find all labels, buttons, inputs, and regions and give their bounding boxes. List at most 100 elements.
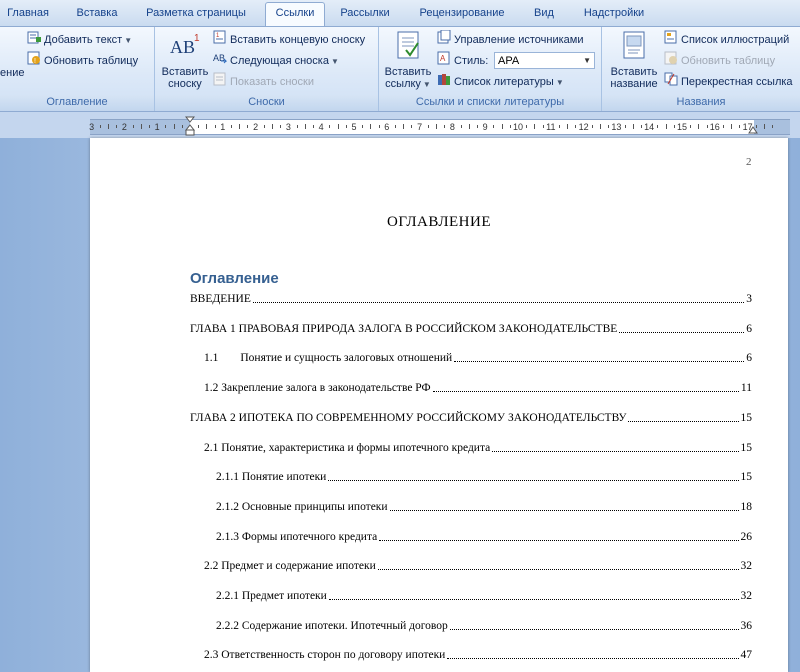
- tab-home[interactable]: Главная: [0, 3, 56, 25]
- ruler-number: 1: [220, 122, 226, 132]
- next-footnote-button[interactable]: AB Следующая сноска ▼: [213, 51, 339, 69]
- insert-citation-button[interactable]: Вставить ссылку ▼: [383, 29, 433, 91]
- insert-citation-line1: Вставить: [384, 66, 432, 78]
- insert-endnote-button[interactable]: 1 Вставить концевую сноску: [213, 30, 365, 48]
- table-of-figures-icon: [664, 30, 678, 50]
- insert-caption-line2: название: [610, 78, 658, 90]
- tab-references[interactable]: Ссылки: [265, 2, 325, 26]
- toc-entry-text: 1.2 Закрепление залога в законодательств…: [204, 382, 431, 394]
- toc-entry[interactable]: ВВЕДЕНИЕ 3: [190, 290, 752, 306]
- tab-mailings[interactable]: Рассылки: [333, 3, 397, 25]
- ruler-tick: [764, 124, 765, 129]
- toc-entry[interactable]: 2.1 Понятие, характеристика и формы ипот…: [204, 439, 752, 455]
- ruler-tick: [403, 124, 405, 129]
- update-table-button[interactable]: ! Обновить таблицу: [27, 51, 138, 69]
- insert-footnote-line1: Вставить: [161, 66, 209, 78]
- ruler-number: 3: [89, 122, 95, 132]
- page-number: 2: [746, 156, 752, 168]
- ruler-tick: [608, 125, 610, 128]
- ruler-tick: [149, 125, 150, 128]
- ruler-number: 14: [644, 122, 655, 132]
- citation-style-select[interactable]: APA ▼: [494, 52, 595, 69]
- ruler-tick: [731, 124, 733, 129]
- toc-entry[interactable]: 2.1.2 Основные принципы ипотеки 18: [216, 498, 752, 514]
- show-notes-label: Показать сноски: [230, 75, 314, 88]
- insert-endnote-label: Вставить концевую сноску: [230, 33, 366, 46]
- footnotes-group: AB 1 Вставить сноску 1 Вставить концевую …: [155, 27, 379, 111]
- ruler-tick: [280, 125, 282, 128]
- toc-leader-dots: [449, 629, 739, 630]
- ruler-tick: [575, 125, 577, 128]
- toc-entry[interactable]: ГЛАВА 2 ИПОТЕКА ПО СОВРЕМЕННОМУ РОССИЙСК…: [190, 409, 752, 425]
- ruler-tick: [739, 125, 741, 128]
- toc-entry-text: 2.3 Ответственность сторон по договору и…: [204, 649, 446, 661]
- ruler-tick: [427, 125, 429, 128]
- tab-review[interactable]: Рецензирование: [407, 3, 517, 25]
- toc-entry-text: 2.1.1 Понятие ипотеки: [216, 471, 327, 483]
- toc-entry[interactable]: 2.2 Предмет и содержание ипотеки 32: [204, 557, 752, 573]
- toc-entry[interactable]: 2.1.3 Формы ипотечного кредита 26: [216, 528, 752, 544]
- update-figures-table-icon: [664, 51, 678, 71]
- toc-button-partial[interactable]: ение: [0, 64, 24, 82]
- citation-style-value: APA: [498, 55, 520, 67]
- ruler-tick: [132, 125, 134, 128]
- right-indent-marker-icon[interactable]: [748, 123, 758, 135]
- ruler-tick: [296, 125, 298, 128]
- toc-entry[interactable]: 2.1.1 Понятие ипотеки 15: [216, 468, 752, 484]
- ruler-tick: [99, 125, 101, 128]
- insert-footnote-button[interactable]: AB 1 Вставить сноску: [161, 29, 209, 90]
- toc-entry-text: 2.2.1 Предмет ипотеки: [216, 590, 327, 602]
- ruler-tick: [395, 125, 396, 128]
- table-of-figures-button[interactable]: Список иллюстраций: [664, 30, 789, 48]
- next-footnote-icon: AB: [213, 51, 228, 71]
- toc-entry-page: 6: [746, 323, 752, 335]
- add-text-button[interactable]: Добавить текст ▼: [27, 30, 132, 48]
- ruler-number: 6: [384, 122, 390, 132]
- dropdown-arrow-icon: ▼: [555, 77, 564, 87]
- toc-entry-page: 32: [740, 560, 753, 572]
- toc-entry[interactable]: 2.2.1 Предмет ипотеки 32: [216, 587, 752, 603]
- ruler-tick: [411, 125, 413, 128]
- ruler-tick: [239, 124, 241, 129]
- insert-citation-line2: ссылку: [385, 78, 421, 90]
- ruler-tick: [329, 125, 331, 128]
- toc-leader-dots: [432, 391, 739, 392]
- ruler-tick: [624, 125, 626, 128]
- cross-reference-icon: [664, 72, 678, 92]
- insert-caption-line1: Вставить: [610, 66, 658, 78]
- ruler-tick: [247, 125, 249, 128]
- toc-heading: Оглавление: [190, 270, 279, 287]
- tab-insert[interactable]: Вставка: [67, 3, 127, 25]
- toc-leader-dots: [454, 361, 745, 362]
- toc-entry[interactable]: ГЛАВА 1 ПРАВОВАЯ ПРИРОДА ЗАЛОГА В РОССИЙ…: [190, 320, 752, 336]
- toc-entry-page: 15: [740, 412, 753, 424]
- tab-view[interactable]: Вид: [528, 3, 560, 25]
- toc-entry[interactable]: 2.3 Ответственность сторон по договору и…: [204, 646, 752, 662]
- chevron-down-icon: ▼: [583, 56, 591, 65]
- ruler-tick: [468, 124, 470, 129]
- indent-marker-icon[interactable]: [185, 116, 195, 138]
- bibliography-button[interactable]: Список литературы ▼: [437, 72, 564, 90]
- toc-entry[interactable]: 1.2 Закрепление залога в законодательств…: [204, 379, 752, 395]
- toc-entry[interactable]: 1.1 Понятие и сущность залоговых отношени…: [204, 349, 752, 365]
- show-notes-button[interactable]: Показать сноски: [213, 72, 314, 90]
- tab-page-layout[interactable]: Разметка страницы: [138, 3, 254, 25]
- ruler-number: 4: [318, 122, 324, 132]
- bibliography-icon: [437, 72, 451, 92]
- insert-caption-button[interactable]: Вставить название: [606, 29, 662, 90]
- document-title: ОГЛАВЛЕНИЕ: [387, 214, 491, 230]
- svg-text:1: 1: [194, 33, 200, 44]
- ruler-number: 2: [121, 122, 127, 132]
- toc-entry-text: 2.1.3 Формы ипотечного кредита: [216, 531, 378, 543]
- tab-addins[interactable]: Надстройки: [572, 3, 656, 25]
- update-table-icon: !: [27, 51, 41, 71]
- toc-entry-page: 15: [740, 442, 753, 454]
- update-figures-table-button[interactable]: Обновить таблицу: [664, 51, 775, 69]
- document-page[interactable]: 2 ОГЛАВЛЕНИЕ Оглавление ВВЕДЕНИЕ 3 ГЛАВА …: [90, 138, 788, 672]
- toc-entry[interactable]: 2.2.2 Содержание ипотеки. Ипотечный дого…: [216, 617, 752, 633]
- ruler-tick: [534, 124, 536, 129]
- ruler-tick: [526, 125, 528, 128]
- horizontal-ruler[interactable]: 3 2 1 1 2 3 4 5 6 7 8 9 10 11 12 13 14 15 16 17: [89, 119, 790, 135]
- manage-sources-button[interactable]: Управление источниками: [437, 29, 583, 48]
- cross-reference-button[interactable]: Перекрестная ссылка: [664, 72, 793, 90]
